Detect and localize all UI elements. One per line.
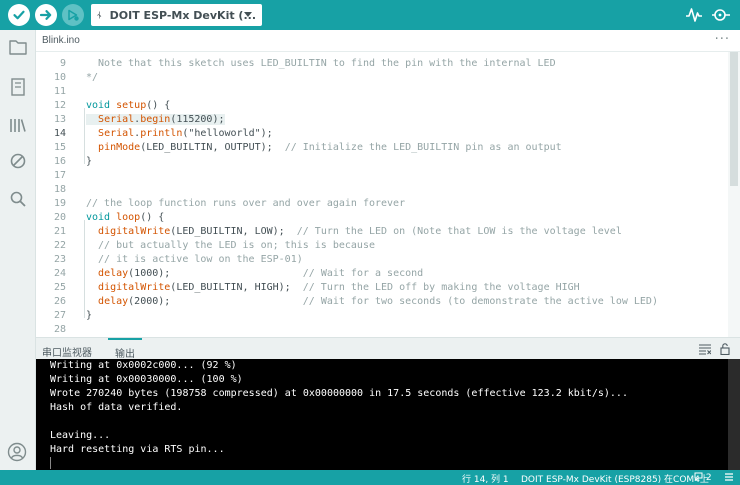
code-line: 12 void setup() {	[53, 100, 171, 111]
code-line: 17	[53, 170, 66, 181]
pulse-icon	[686, 8, 702, 22]
code-line: 19// the loop function runs over and ove…	[53, 198, 406, 209]
console-scrollbar[interactable]	[728, 359, 740, 470]
board-port-status[interactable]: DOIT ESP-Mx DevKit (ESP8285) 在COM4上	[521, 472, 709, 485]
status-bar: 行 14, 列 1 DOIT ESP-Mx DevKit (ESP8285) 在…	[0, 470, 740, 485]
search-button[interactable]	[7, 188, 29, 210]
output-line: Leaving...	[50, 430, 111, 441]
library-manager-button[interactable]	[7, 114, 29, 136]
notification-icon	[694, 472, 703, 482]
code-serial-begin: Serial.begin(115200);	[86, 113, 225, 127]
account-icon	[7, 442, 27, 462]
tab-blink-ino[interactable]: Blink.ino	[36, 30, 86, 52]
clear-output-icon[interactable]	[698, 344, 711, 355]
library-icon	[10, 119, 26, 132]
editor-tabbar: Blink.ino ···	[36, 30, 740, 52]
folder-icon	[9, 40, 27, 55]
code-line: 10 */	[53, 72, 99, 83]
output-line: Writing at 0x00030000... (100 %)	[50, 374, 243, 385]
code-line: 24 delay(1000); // Wait for a second	[53, 268, 424, 279]
code-line: 27}	[53, 310, 93, 321]
editor-scrollbar-thumb[interactable]	[730, 52, 738, 186]
code-line: 21 digitalWrite(LED_BUILTIN, LOW); // Tu…	[53, 226, 622, 237]
output-line: Writing at 0x0002c000... (92 %)	[50, 360, 237, 371]
notification-count: 2	[705, 473, 712, 483]
prohibited-icon	[10, 153, 26, 169]
notifications-button[interactable]: 2	[694, 472, 712, 483]
menu-icon	[725, 473, 733, 481]
more-options-icon[interactable]: ···	[715, 32, 730, 47]
lock-icon[interactable]	[720, 343, 730, 356]
boards-manager-button[interactable]	[7, 76, 29, 98]
code-line: 16}	[53, 156, 93, 167]
search-icon	[10, 191, 26, 207]
check-icon	[13, 10, 25, 20]
cursor-position[interactable]: 行 14, 列 1	[462, 472, 509, 485]
code-line: 13 Serial.begin(115200);	[53, 113, 225, 127]
code-line: 11	[53, 86, 66, 97]
code-line: 20 void loop() {	[53, 212, 165, 223]
output-line: Hard resetting via RTS pin...	[50, 444, 225, 455]
code-line: 23 // it is active low on the ESP-01)	[53, 254, 303, 265]
board-icon	[11, 78, 25, 96]
code-editor[interactable]: 9 Note that this sketch uses LED_BUILTIN…	[36, 52, 728, 337]
output-line: Hash of data verified.	[50, 402, 183, 413]
code-line: 28	[53, 324, 66, 335]
serial-plotter-button[interactable]	[685, 6, 703, 27]
arrow-right-icon	[39, 10, 52, 20]
code-line: 15 pinMode(LED_BUILTIN, OUTPUT); // Init…	[53, 142, 562, 153]
code-line: 22 // but actually the LED is on; this i…	[53, 240, 375, 251]
code-line-active: 14 Serial.println("helloworld");	[53, 128, 273, 139]
upload-button[interactable]	[35, 4, 57, 26]
board-selector[interactable]: DOIT ESP-Mx DevKit (...	[91, 4, 262, 26]
board-label: DOIT ESP-Mx DevKit (...	[109, 8, 256, 22]
editor-scrollbar[interactable]	[728, 52, 740, 337]
profile-button[interactable]	[7, 442, 29, 464]
setup-decl: void setup() {	[86, 100, 171, 111]
verify-button[interactable]	[8, 4, 30, 26]
bottom-panel-tabs: 串口监视器 输出	[36, 337, 740, 360]
more-menu-icon[interactable]	[724, 472, 734, 485]
loop-decl: void loop() {	[86, 212, 165, 223]
debug-icon	[68, 9, 79, 21]
tab-output[interactable]: 输出	[108, 338, 142, 360]
usb-icon	[97, 11, 102, 19]
debug-button[interactable]	[62, 4, 84, 26]
magnifier-dot-icon	[712, 9, 730, 21]
debug-panel-button[interactable]	[7, 150, 29, 172]
sketchbook-button[interactable]	[7, 36, 29, 58]
code-line: 26 delay(2000); // Wait for two seconds …	[53, 296, 658, 307]
console-cursor	[50, 457, 51, 469]
code-line: 9 Note that this sketch uses LED_BUILTIN…	[59, 58, 556, 69]
top-toolbar: DOIT ESP-Mx DevKit (...	[0, 0, 740, 30]
output-console[interactable]: Writing at 0x0002c000... (92 %) Writing …	[36, 359, 740, 470]
chevron-down-icon	[244, 12, 252, 17]
panel-actions	[698, 343, 731, 358]
serial-monitor-button[interactable]	[711, 6, 731, 27]
code-line: 25 digitalWrite(LED_BUILTIN, HIGH); // T…	[53, 282, 580, 293]
left-sidebar	[0, 30, 36, 470]
tab-serial-monitor[interactable]: 串口监视器	[42, 344, 92, 359]
output-line: Wrote 270240 bytes (198758 compressed) a…	[50, 388, 628, 399]
code-line: 18	[53, 184, 66, 195]
